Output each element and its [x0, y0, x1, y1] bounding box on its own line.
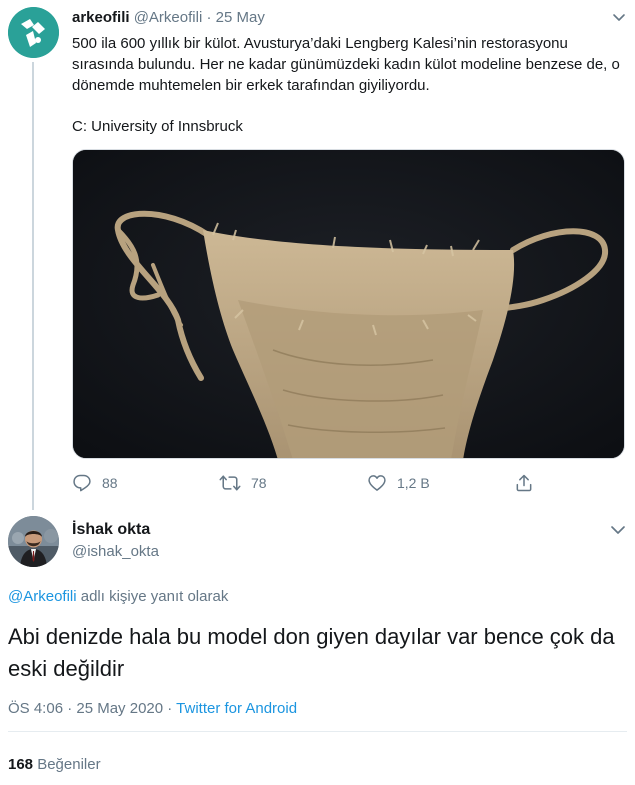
parent-date[interactable]: 25 May	[216, 9, 265, 26]
reply-count: 88	[102, 475, 118, 491]
like-count: 1,2 B	[397, 475, 430, 491]
reply-display-name[interactable]: İshak okta	[72, 521, 150, 539]
tweet-photo[interactable]	[72, 149, 625, 459]
likes-count: 168	[8, 756, 34, 773]
like-icon	[368, 475, 386, 491]
medieval-underwear-photo	[73, 150, 624, 458]
chevron-down-icon	[613, 14, 625, 21]
ishak-avatar[interactable]	[8, 516, 59, 567]
like-button[interactable]: 1,2 B	[367, 472, 430, 494]
reply-timestamp[interactable]: ÖS 4:06 · 25 May 2020 ·	[8, 700, 172, 717]
reply-handle[interactable]: @ishak_okta	[72, 543, 159, 560]
retweet-icon	[219, 475, 241, 491]
likes-summary[interactable]: 168 Beğeniler	[8, 756, 101, 773]
likes-label: Beğeniler	[37, 756, 101, 773]
share-icon	[516, 474, 532, 492]
parent-more-button[interactable]	[610, 8, 628, 26]
reply-tweet-meta: ÖS 4:06 · 25 May 2020 · Twitter for Andr…	[8, 700, 297, 717]
parent-handle[interactable]: @Arkeofili	[134, 9, 203, 26]
parent-tweet-text: 500 ila 600 yıllık bir külot. Avusturya’…	[72, 35, 620, 94]
retweet-button[interactable]: 78	[219, 472, 267, 494]
chevron-down-icon	[611, 526, 625, 534]
replying-to: @Arkeofili adlı kişiye yanıt olarak	[8, 588, 228, 605]
reply-to-suffix: adlı kişiye yanıt olarak	[80, 588, 229, 605]
retweet-count: 78	[251, 475, 267, 491]
parent-tweet-header: arkeofili @Arkeofili · 25 May	[72, 9, 265, 26]
reply-more-button[interactable]	[607, 519, 629, 541]
reply-tweet-text: Abi denizde hala bu model don giyen dayı…	[8, 624, 615, 681]
divider	[8, 731, 627, 732]
reply-icon	[73, 474, 91, 492]
parent-action-bar: 88 78 1,2 B	[72, 472, 592, 494]
tweet-source-link[interactable]: Twitter for Android	[176, 700, 297, 717]
user-photo	[8, 516, 59, 567]
parent-display-name[interactable]: arkeofili	[72, 9, 130, 26]
arkeofili-avatar[interactable]	[8, 7, 59, 58]
header-separator: ·	[206, 9, 212, 26]
arkeofili-logo-icon	[8, 7, 59, 58]
share-button[interactable]	[514, 472, 544, 494]
reply-to-mention-link[interactable]: @Arkeofili	[8, 588, 77, 605]
reply-button[interactable]: 88	[72, 472, 118, 494]
thread-line	[32, 62, 34, 510]
parent-tweet-credit: C: University of Innsbruck	[72, 118, 243, 135]
